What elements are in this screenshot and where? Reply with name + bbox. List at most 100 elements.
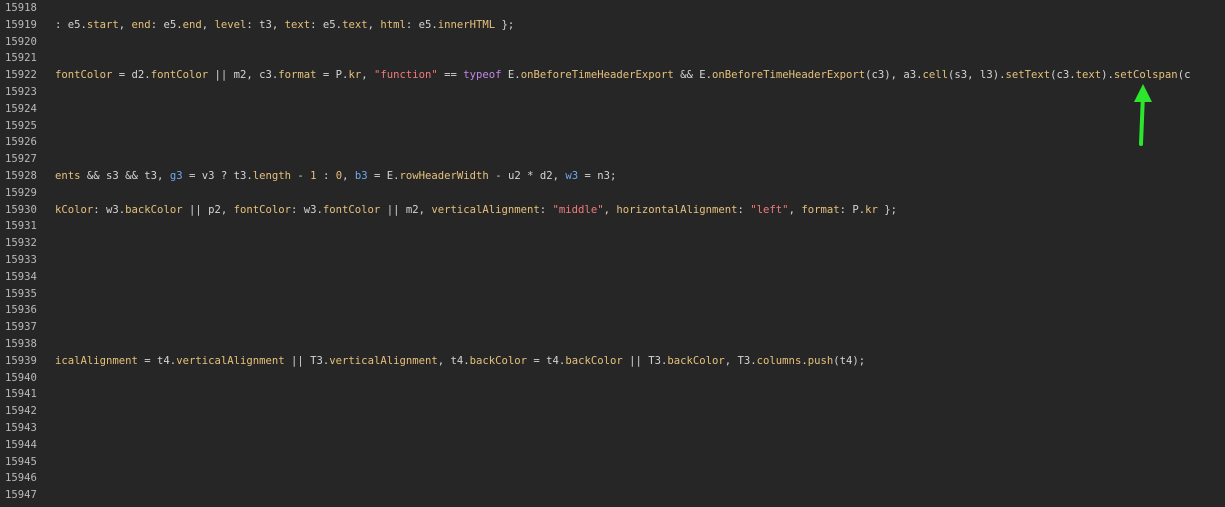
- code-line[interactable]: 15926: [0, 134, 1225, 151]
- code-token: b3: [354, 170, 368, 182]
- code-token: start: [86, 18, 119, 31]
- code-token: backColor: [125, 203, 183, 216]
- code-token: onBeforeTimeHeaderExport: [520, 69, 674, 82]
- code-line[interactable]: 15940: [0, 370, 1225, 387]
- line-number: 15927: [5, 153, 37, 166]
- code-token: };: [495, 18, 515, 31]
- code-token: "left": [750, 203, 789, 216]
- code-line[interactable]: 15923: [0, 84, 1225, 101]
- code-line[interactable]: 15924: [0, 101, 1225, 118]
- code-line[interactable]: 15945: [0, 454, 1225, 471]
- code-editor[interactable]: 15918 15919: e5.start, end: e5.end, level…: [0, 0, 1225, 507]
- code-token: level: [214, 18, 247, 31]
- code-token: ents: [55, 170, 81, 182]
- code-line[interactable]: 15941: [0, 386, 1225, 403]
- code-line[interactable]: 15936: [0, 302, 1225, 319]
- code-token: fontColor: [322, 203, 381, 216]
- code-line[interactable]: 15930 kColor: w3.backColor || p2, fontCol…: [0, 202, 1225, 219]
- code-text: : e5.start, end: e5.end, level: t3, text…: [55, 17, 514, 34]
- code-token: (c3.: [1050, 69, 1076, 82]
- code-token: : t3,: [246, 18, 285, 31]
- code-token: = d2.: [112, 69, 151, 82]
- code-token: text: [1075, 69, 1102, 82]
- code-text: ents && s3 && t3, g3 = v3 ? t3.length - …: [55, 168, 616, 185]
- code-line[interactable]: 15918: [0, 0, 1225, 17]
- code-token: (t4);: [833, 354, 866, 367]
- code-token: && E.: [673, 69, 713, 82]
- code-line[interactable]: 15935: [0, 286, 1225, 303]
- line-number: 15936: [5, 304, 37, 317]
- code-line[interactable]: 15928 ents && s3 && t3, g3 = v3 ? t3.leng…: [0, 168, 1225, 185]
- code-text: kColor: w3.backColor || p2, fontColor: w…: [55, 202, 897, 219]
- code-token: rowHeaderWidth: [399, 170, 489, 182]
- code-token: end: [131, 18, 151, 31]
- line-number: 15929: [5, 186, 37, 199]
- line-number: 15943: [5, 422, 37, 434]
- line-number: 15928: [5, 170, 37, 182]
- code-line[interactable]: 15921: [0, 50, 1225, 67]
- code-token: :: [539, 203, 553, 216]
- code-line[interactable]: 15933: [0, 252, 1225, 269]
- code-token: horizontalAlignment: [616, 203, 738, 216]
- code-line[interactable]: 15919: e5.start, end: e5.end, level: t3,…: [0, 17, 1225, 34]
- code-token: || p2,: [182, 203, 234, 216]
- code-token: fontColor: [55, 69, 113, 82]
- code-token: end: [182, 18, 202, 31]
- code-token: = n3;: [578, 170, 617, 182]
- code-token: setText: [1005, 69, 1051, 82]
- code-text: icalAlignment = t4.verticalAlignment || …: [55, 353, 865, 370]
- line-number: 15920: [5, 35, 37, 48]
- code-line[interactable]: 15922 fontColor = d2.fontColor || m2, c3.…: [0, 67, 1225, 84]
- code-line[interactable]: 15920: [0, 34, 1225, 51]
- code-token: backColor: [469, 354, 528, 367]
- code-line[interactable]: 15947: [0, 487, 1225, 504]
- code-line[interactable]: 15937: [0, 319, 1225, 336]
- code-token: -: [291, 170, 311, 182]
- code-token: fontColor: [233, 203, 292, 216]
- code-token: ,: [342, 170, 355, 182]
- code-line[interactable]: 15946: [0, 470, 1225, 487]
- code-token: ,: [788, 203, 802, 216]
- code-token: ,: [118, 18, 132, 31]
- code-token: verticalAlignment: [176, 354, 285, 367]
- line-number: 15919: [5, 18, 37, 31]
- code-token: ,: [201, 18, 215, 31]
- code-line[interactable]: 15932: [0, 235, 1225, 252]
- line-number: 15930: [5, 203, 37, 216]
- code-line[interactable]: 15927: [0, 151, 1225, 168]
- code-line[interactable]: 15943: [0, 420, 1225, 437]
- code-line[interactable]: 15931: [0, 218, 1225, 235]
- code-token: (s3, l3).: [948, 69, 1006, 82]
- code-line[interactable]: 15944: [0, 437, 1225, 454]
- code-token: = P.: [316, 69, 349, 82]
- code-token: || m2,: [380, 203, 432, 216]
- line-number: 15921: [5, 52, 37, 65]
- code-token: backColor: [667, 354, 725, 367]
- code-token: text: [284, 18, 311, 31]
- line-number: 15918: [5, 2, 37, 14]
- line-number: 15947: [5, 489, 37, 502]
- code-line[interactable]: 15925: [0, 118, 1225, 135]
- code-token: text: [342, 18, 368, 31]
- code-token: : P.: [839, 203, 866, 216]
- line-number: 15946: [5, 472, 37, 485]
- code-token: = E.: [367, 170, 400, 182]
- code-token: verticalAlignment: [329, 354, 438, 367]
- code-token: onBeforeTimeHeaderExport: [712, 69, 866, 82]
- line-number: 15932: [5, 237, 37, 250]
- line-number: 15939: [5, 354, 37, 367]
- code-token: = t4.: [527, 354, 566, 367]
- code-line[interactable]: 15942: [0, 403, 1225, 420]
- code-line[interactable]: 15939 icalAlignment = t4.verticalAlignmen…: [0, 353, 1225, 370]
- code-line[interactable]: 15938: [0, 336, 1225, 353]
- code-token: kColor: [55, 203, 94, 216]
- code-token: html: [380, 18, 406, 31]
- code-token: : e5.: [405, 18, 438, 31]
- code-token: w3: [565, 170, 579, 182]
- line-number: 15944: [5, 438, 37, 451]
- code-token: cell: [922, 69, 949, 82]
- code-token: innerHTML: [437, 18, 496, 31]
- code-token: && s3 && t3,: [80, 170, 170, 182]
- code-line[interactable]: 15934: [0, 269, 1225, 286]
- code-line[interactable]: 15929: [0, 185, 1225, 202]
